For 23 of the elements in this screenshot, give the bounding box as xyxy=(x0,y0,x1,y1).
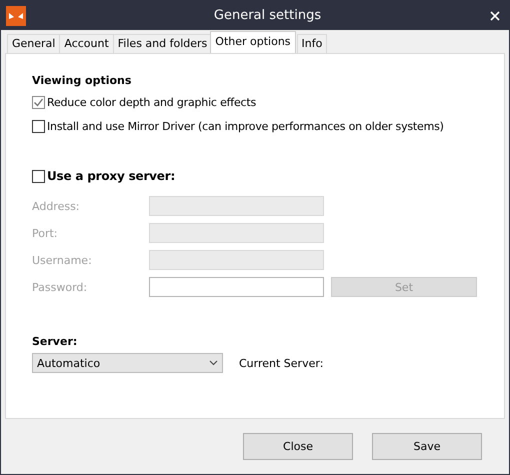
checkbox-label: Install and use Mirror Driver (can improve performances on older systems) xyxy=(47,120,444,132)
input-field[interactable] xyxy=(149,277,324,297)
server-dropdown[interactable]: Automatico xyxy=(32,353,223,373)
tab[interactable]: Info xyxy=(296,34,328,53)
window-title: General settings xyxy=(212,8,322,23)
close-icon[interactable] xyxy=(489,10,501,22)
section-heading: Server: xyxy=(32,335,78,348)
field-label: Port: xyxy=(32,226,59,240)
app-logo-icon xyxy=(6,6,26,26)
field-label: Username: xyxy=(32,254,93,266)
checkbox-label: Use a proxy server: xyxy=(47,169,176,183)
field-label: Address: xyxy=(32,200,81,212)
checkbox[interactable] xyxy=(32,170,45,182)
checkbox-label: Reduce color depth and graphic effects xyxy=(47,96,256,108)
checkbox[interactable] xyxy=(32,120,45,132)
dialog-button[interactable]: Close xyxy=(243,433,353,460)
tab[interactable]: General xyxy=(7,34,60,53)
field-label: Current Server: xyxy=(239,356,324,370)
chevron-down-icon xyxy=(209,360,218,366)
section-heading: Viewing options xyxy=(32,74,132,87)
tab[interactable]: Other options xyxy=(210,31,296,53)
field-label: Password: xyxy=(32,280,88,294)
dialog-button[interactable]: Save xyxy=(372,433,482,460)
